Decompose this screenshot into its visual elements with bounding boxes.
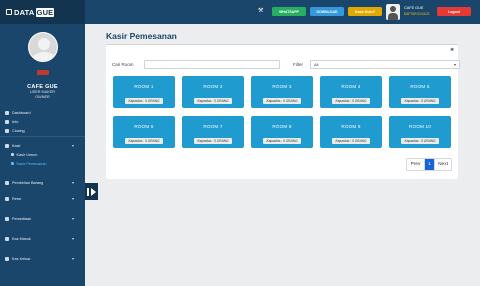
topbar: ⚒ WHATSAPP DOWNLOAD Kasir Dulu!! CAFE GU… bbox=[85, 0, 480, 24]
sidebar-item-persediaan[interactable]: Persediaan ▾ bbox=[0, 214, 85, 223]
room-capacity: Kapasitas : 5 ORANG bbox=[194, 138, 232, 144]
cash-out-icon bbox=[5, 256, 9, 261]
sidebar-menu: Dashboard Info Closing Kasir ▾ Kasir Umu… bbox=[0, 108, 85, 263]
room-name: ROOM 1 bbox=[134, 84, 154, 89]
closing-icon bbox=[5, 128, 9, 133]
logo-mark-icon bbox=[6, 9, 12, 15]
room-name: ROOM 2 bbox=[203, 84, 223, 89]
room-capacity: Kapasitas : 5 ORANG bbox=[332, 98, 370, 104]
room-card[interactable]: ROOM 1 Kapasitas : 5 ORANG bbox=[113, 76, 175, 108]
sidebar-item-closing[interactable]: Closing bbox=[0, 126, 85, 135]
filter-label: Filter bbox=[293, 62, 303, 67]
room-name: ROOM 5 bbox=[410, 84, 430, 89]
profile-panel: CAFE GUE USER MAKER OWNER bbox=[0, 24, 85, 100]
brand-badge: GUE bbox=[35, 7, 55, 17]
room-name: ROOM 10 bbox=[408, 124, 432, 129]
prev-page-button[interactable]: Prev bbox=[407, 159, 425, 170]
user-avatar[interactable] bbox=[386, 4, 400, 20]
room-name: ROOM 9 bbox=[341, 124, 361, 129]
chevron-down-icon: ▾ bbox=[71, 196, 74, 201]
room-card[interactable]: ROOM 4 Kapasitas : 5 ORANG bbox=[320, 76, 382, 108]
room-card[interactable]: ROOM 9 Kapasitas : 5 ORANG bbox=[320, 116, 382, 148]
user-subtitle: DAFTAR 01/01/21 bbox=[404, 12, 430, 16]
logout-button[interactable]: Logout bbox=[437, 7, 471, 16]
brand-name: DATA bbox=[14, 7, 35, 17]
sidebar-item-info[interactable]: Info bbox=[0, 117, 85, 126]
chevron-down-icon: ▾ bbox=[453, 62, 456, 67]
next-page-button[interactable]: Next bbox=[434, 159, 451, 170]
room-card[interactable]: ROOM 2 Kapasitas : 5 ORANG bbox=[182, 76, 244, 108]
room-card[interactable]: ROOM 3 Kapasitas : 5 ORANG bbox=[251, 76, 313, 108]
avatar bbox=[27, 32, 58, 62]
info-icon bbox=[5, 119, 9, 124]
filter-select[interactable]: All ▾ bbox=[310, 60, 460, 69]
sidebar-item-kas-masuk[interactable]: Kas Masuk ▾ bbox=[0, 234, 85, 243]
room-name: ROOM 4 bbox=[341, 84, 361, 89]
sidebar-item-kasir-pemesanan[interactable]: Kasir Pemesanan bbox=[0, 159, 85, 168]
sidebar-item-pembelian[interactable]: Pembelian Barang ▾ bbox=[0, 178, 85, 187]
room-card[interactable]: ROOM 8 Kapasitas : 5 ORANG bbox=[251, 116, 313, 148]
cart-icon bbox=[5, 180, 9, 185]
search-input[interactable] bbox=[144, 60, 280, 69]
room-name: ROOM 6 bbox=[134, 124, 154, 129]
room-capacity: Kapasitas : 5 ORANG bbox=[125, 98, 163, 104]
pagination: Prev 1 Next bbox=[406, 158, 452, 171]
brand-logo[interactable]: DATA GUE bbox=[0, 0, 85, 24]
room-card[interactable]: ROOM 5 Kapasitas : 5 ORANG bbox=[389, 76, 451, 108]
download-button[interactable]: DOWNLOAD bbox=[310, 7, 344, 16]
sidebar-toggle-button[interactable] bbox=[85, 183, 98, 200]
status-badge bbox=[36, 70, 49, 75]
room-card[interactable]: ROOM 6 Kapasitas : 5 ORANG bbox=[113, 116, 175, 148]
whatsapp-button[interactable]: WHATSAPP bbox=[272, 7, 306, 16]
close-icon[interactable]: ✱ bbox=[450, 47, 454, 53]
cashier-icon bbox=[5, 143, 9, 148]
sidebar-item-kasir-umum[interactable]: Kasir Umum bbox=[0, 150, 85, 159]
toggle-bar-icon bbox=[87, 187, 89, 196]
kasir-button[interactable]: Kasir Dulu!! bbox=[348, 7, 382, 16]
room-capacity: Kapasitas : 5 ORANG bbox=[125, 138, 163, 144]
room-card[interactable]: ROOM 7 Kapasitas : 5 ORANG bbox=[182, 116, 244, 148]
room-card[interactable]: ROOM 10 Kapasitas : 5 ORANG bbox=[389, 116, 451, 148]
chevron-down-icon: ▾ bbox=[71, 236, 74, 241]
dot-icon bbox=[11, 153, 14, 156]
room-panel: ✱ Cari Room Filter All ▾ ROOM 1 Kapasita… bbox=[106, 44, 460, 179]
room-capacity: Kapasitas : 5 ORANG bbox=[263, 138, 301, 144]
room-name: ROOM 7 bbox=[203, 124, 223, 129]
sidebar: DATA GUE CAFE GUE USER MAKER OWNER Dashbo… bbox=[0, 0, 85, 286]
sidebar-item-kas-keluar[interactable]: Kas Keluar ▾ bbox=[0, 254, 85, 263]
cash-in-icon bbox=[5, 236, 9, 241]
room-capacity: Kapasitas : 5 ORANG bbox=[194, 98, 232, 104]
room-name: ROOM 8 bbox=[272, 124, 292, 129]
play-arrow-icon bbox=[90, 187, 96, 196]
user-info: CAFE GUE DAFTAR 01/01/21 bbox=[404, 5, 430, 17]
page-title: Kasir Pemesanan bbox=[106, 31, 177, 41]
chevron-down-icon: ▾ bbox=[71, 256, 74, 261]
wrench-icon[interactable]: ⚒ bbox=[258, 7, 263, 14]
sidebar-item-kasir[interactable]: Kasir ▾ bbox=[0, 141, 85, 150]
profile-role-owner: OWNER bbox=[35, 95, 50, 99]
room-capacity: Kapasitas : 5 ORANG bbox=[332, 138, 370, 144]
chevron-down-icon: ▾ bbox=[71, 216, 74, 221]
sidebar-item-dashboard[interactable]: Dashboard bbox=[0, 108, 85, 117]
dot-icon bbox=[11, 162, 14, 165]
page-number-button[interactable]: 1 bbox=[425, 159, 434, 170]
chevron-down-icon: ▾ bbox=[71, 180, 74, 185]
room-name: ROOM 3 bbox=[272, 84, 292, 89]
search-label: Cari Room bbox=[112, 62, 134, 67]
room-capacity: Kapasitas : 5 ORANG bbox=[401, 98, 439, 104]
filter-row: Cari Room Filter All ▾ bbox=[112, 60, 460, 69]
dashboard-icon bbox=[5, 110, 9, 115]
room-capacity: Kapasitas : 5 ORANG bbox=[401, 138, 439, 144]
room-capacity: Kapasitas : 5 ORANG bbox=[263, 98, 301, 104]
return-icon bbox=[5, 196, 9, 201]
sidebar-item-retur[interactable]: Retur ▾ bbox=[0, 194, 85, 203]
box-icon bbox=[5, 216, 9, 221]
chevron-down-icon: ▾ bbox=[71, 143, 74, 148]
